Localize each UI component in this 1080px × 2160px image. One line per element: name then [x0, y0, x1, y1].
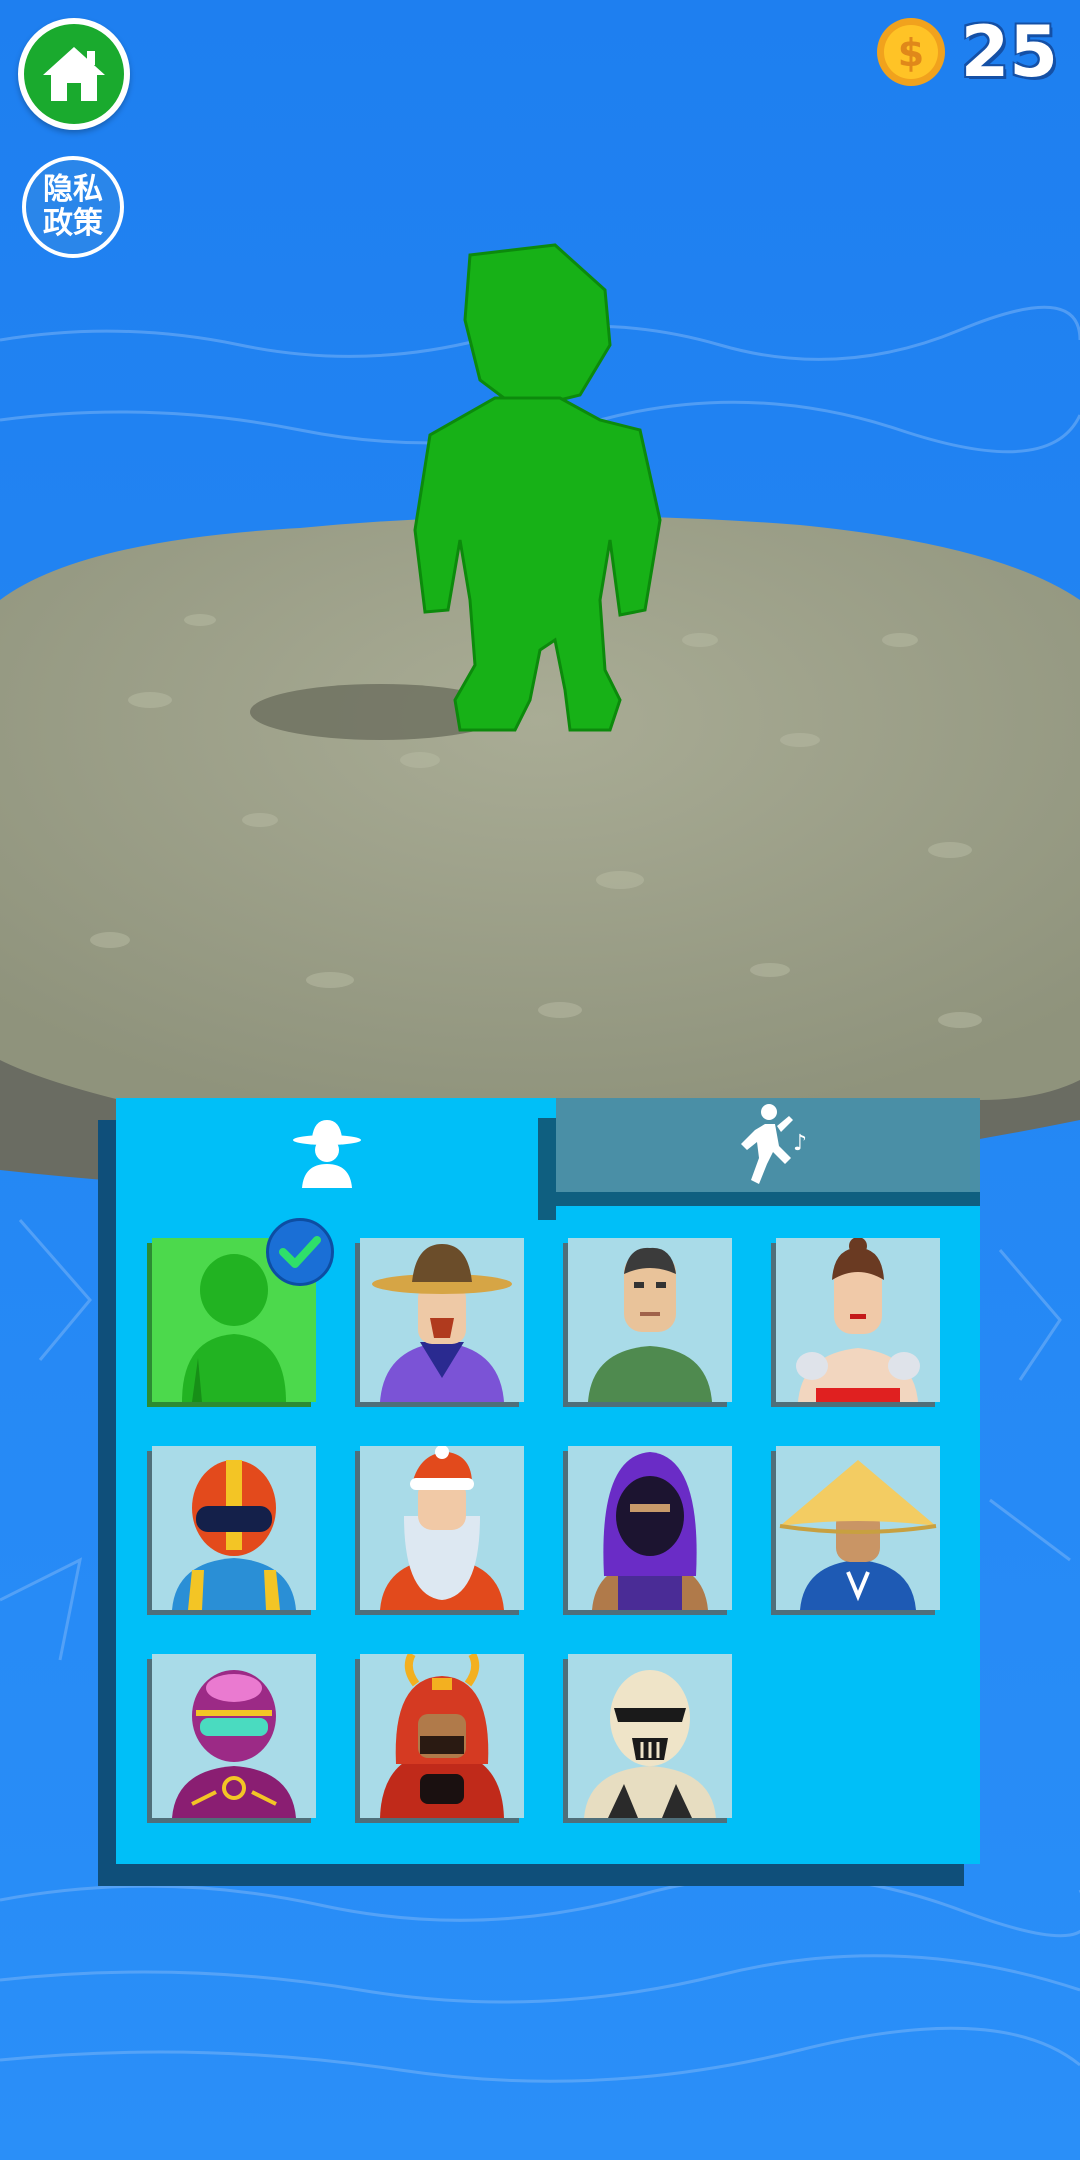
cowboy-avatar	[372, 1244, 512, 1402]
tab-outfits[interactable]	[116, 1098, 538, 1206]
character-fighter-woman[interactable]	[776, 1238, 940, 1402]
racer-avatar	[172, 1460, 296, 1610]
character-santa[interactable]	[360, 1446, 524, 1610]
ninja-avatar	[592, 1452, 708, 1610]
coin-counter: $ 25	[875, 11, 1058, 93]
stormtrooper-avatar	[584, 1670, 716, 1818]
dancing-figure-icon: ♪	[741, 1104, 807, 1184]
character-stormtrooper[interactable]	[568, 1654, 732, 1818]
privacy-policy-button[interactable]: 隐私政策	[22, 156, 124, 258]
character-racer[interactable]	[152, 1446, 316, 1610]
character-ninja[interactable]	[568, 1446, 732, 1610]
selected-check-icon	[266, 1218, 334, 1286]
fighter-woman-avatar	[796, 1238, 920, 1402]
privacy-policy-label: 隐私政策	[43, 172, 103, 241]
straw-hat-avatar	[779, 1460, 937, 1610]
character-green-stickman[interactable]	[152, 1218, 334, 1402]
coin-icon: $	[876, 18, 945, 86]
svg-text:$: $	[897, 31, 923, 75]
character-select-panel: ♪	[116, 1098, 980, 1864]
character-straw-hat[interactable]	[776, 1446, 940, 1610]
samurai-avatar	[380, 1654, 504, 1818]
tab-dances[interactable]: ♪	[556, 1098, 980, 1206]
pink-robot-avatar	[172, 1670, 296, 1818]
character-pink-robot[interactable]	[152, 1654, 316, 1818]
santa-avatar	[380, 1446, 504, 1610]
house-icon	[43, 47, 105, 101]
character-soldier[interactable]	[568, 1238, 732, 1402]
soldier-avatar	[588, 1247, 712, 1402]
tab-divider	[538, 1118, 556, 1220]
home-button[interactable]	[18, 18, 130, 130]
character-cowboy[interactable]	[360, 1238, 524, 1402]
hat-person-icon	[293, 1120, 361, 1188]
svg-text:♪: ♪	[793, 1131, 807, 1156]
coin-count: 25	[960, 11, 1058, 93]
character-samurai[interactable]	[360, 1654, 524, 1818]
